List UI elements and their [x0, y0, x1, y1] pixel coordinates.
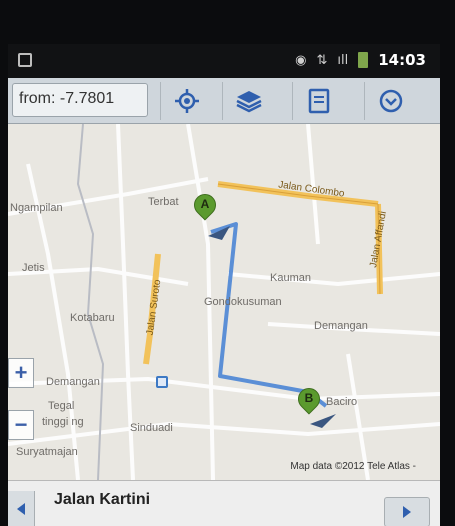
gps-icon: ◉ — [295, 52, 307, 68]
place-label-kotabaru: Kotabaru — [70, 312, 115, 324]
place-label-baciro: Baciro — [326, 396, 358, 408]
direction-step-text: Jalan Kartini — [54, 491, 151, 508]
signal-icon: ıll — [337, 52, 349, 68]
place-label-tinggi: tinggi ng — [42, 416, 84, 428]
camera-icon — [18, 53, 32, 67]
place-label-demangan: Demangan — [314, 320, 368, 332]
more-icon — [379, 89, 403, 113]
place-label-tegal: Tegal — [48, 400, 75, 412]
status-bar: ◉ ⇅ ıll 14:03 — [8, 44, 440, 78]
zoom-in-button[interactable]: + — [8, 358, 34, 388]
place-label-sinduadi: Sinduadi — [130, 422, 173, 434]
my-location-icon — [175, 89, 199, 113]
place-label-gondokusuman: Gondokusuman — [204, 296, 282, 308]
route-start-marker[interactable]: A — [189, 189, 221, 224]
next-step-button[interactable] — [384, 497, 430, 526]
my-location-button[interactable] — [160, 82, 213, 120]
status-icons: ◉ ⇅ ıll 14:03 — [295, 51, 426, 69]
directions-list-icon — [308, 88, 330, 114]
place-label-demangan-west: Demangan — [46, 376, 100, 388]
layers-button[interactable] — [222, 82, 275, 120]
transit-station-icon[interactable] — [156, 376, 168, 388]
more-options-button[interactable] — [364, 82, 417, 120]
zoom-out-button[interactable]: − — [8, 410, 34, 440]
place-label-kauman: Kauman — [270, 272, 311, 284]
directions-list-button[interactable] — [292, 82, 345, 120]
route-end-marker[interactable]: B — [293, 383, 325, 418]
map-toolbar: from: -7.7801 — [8, 78, 440, 124]
place-label-suryatmajan: Suryatmajan — [16, 446, 78, 458]
place-label-terbat: Terbat — [148, 196, 179, 208]
map-attribution: Map data ©2012 Tele Atlas - — [290, 461, 416, 472]
place-label-jetis: Jetis — [22, 262, 45, 274]
from-location-field[interactable]: from: -7.7801 — [12, 83, 148, 117]
map-view[interactable]: Ngampilan Terbat Jetis Kauman Gondokusum… — [8, 124, 440, 480]
clock: 14:03 — [378, 51, 426, 69]
right-arrow-icon — [403, 506, 411, 518]
place-label-ngampilan: Ngampilan — [10, 202, 63, 214]
layers-icon — [236, 91, 262, 113]
previous-step-button[interactable] — [8, 491, 35, 526]
battery-icon — [358, 52, 369, 68]
left-arrow-icon — [17, 503, 25, 515]
directions-panel: Jalan Kartini — [8, 480, 440, 526]
phone-screen: ◉ ⇅ ıll 14:03 from: -7.7801 Ngampilan Te… — [0, 0, 455, 526]
data-arrows-icon: ⇅ — [316, 52, 328, 68]
